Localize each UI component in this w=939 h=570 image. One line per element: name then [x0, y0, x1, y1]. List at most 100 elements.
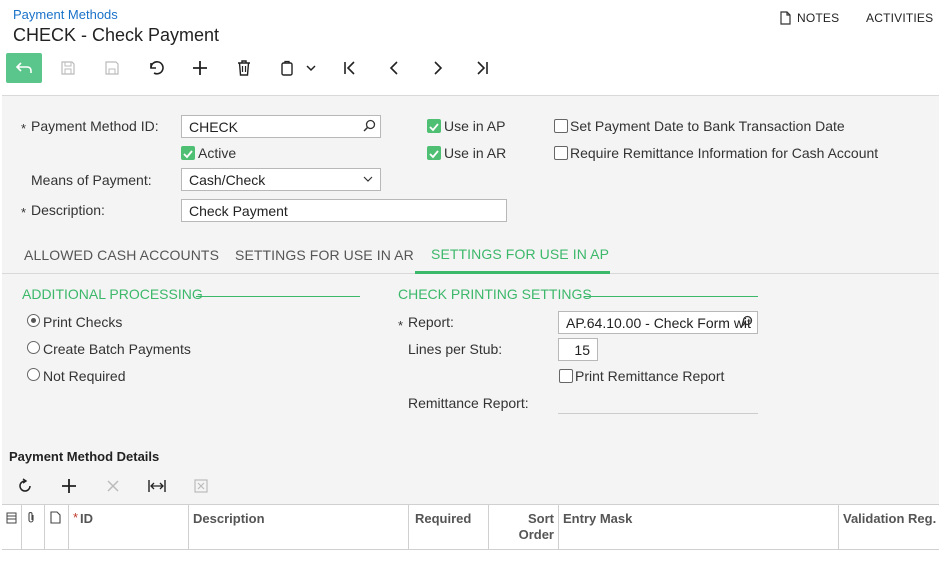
save-icon — [105, 61, 119, 75]
payment-method-id-field[interactable]: CHECK — [181, 115, 381, 138]
search-icon[interactable] — [740, 315, 753, 328]
first-icon — [344, 61, 355, 75]
column-header-description[interactable]: Description — [193, 511, 265, 526]
column-header-entry-mask[interactable]: Entry Mask — [563, 511, 632, 526]
plus-icon — [193, 61, 207, 75]
lines-per-stub-label: Lines per Stub: — [408, 341, 503, 357]
create-batch-payments-label: Create Batch Payments — [43, 341, 191, 357]
column-header-required[interactable]: Required — [415, 511, 471, 526]
means-of-payment-select[interactable]: Cash/Check — [181, 168, 381, 191]
use-in-ar-checkbox[interactable] — [427, 146, 441, 160]
column-header-validation-reg-exp[interactable]: Validation Reg. E — [843, 511, 939, 526]
copy-paste-button[interactable] — [273, 54, 323, 82]
require-remittance-checkbox[interactable] — [554, 146, 568, 160]
print-remittance-report-checkbox[interactable] — [559, 369, 573, 383]
notes-button[interactable]: NOTES — [797, 11, 839, 25]
payment-method-id-label: Payment Method ID: — [31, 118, 159, 134]
search-icon[interactable] — [363, 119, 376, 132]
require-remittance-label: Require Remittance Information for Cash … — [570, 145, 879, 161]
means-of-payment-label: Means of Payment: — [31, 172, 152, 188]
undo-arrow-icon — [15, 62, 32, 73]
column-header-id[interactable]: ID — [80, 511, 93, 526]
column-header-sort-order-line2: Order — [518, 527, 554, 542]
tab-settings-for-use-in-ap[interactable]: SETTINGS FOR USE IN AP — [431, 246, 609, 262]
column-divider — [21, 504, 22, 550]
column-divider — [488, 504, 489, 550]
add-row-button[interactable] — [54, 472, 84, 500]
chevron-right-icon — [434, 61, 443, 75]
active-checkbox[interactable] — [181, 146, 195, 160]
chevron-down-icon — [363, 176, 373, 182]
print-checks-label: Print Checks — [43, 314, 123, 330]
first-record-button[interactable] — [335, 54, 365, 82]
section-divider — [196, 296, 360, 297]
refresh-icon — [19, 478, 31, 492]
tab-settings-for-use-in-ar[interactable]: SETTINGS FOR USE IN AR — [235, 247, 414, 263]
last-icon — [477, 61, 488, 75]
attachment-icon[interactable] — [26, 511, 36, 524]
use-in-ap-label: Use in AP — [444, 118, 506, 134]
column-header-sort-order[interactable]: Sort Order — [490, 511, 554, 542]
page-title: CHECK - Check Payment — [13, 25, 220, 45]
save-close-icon — [61, 61, 75, 75]
payment-method-details-title: Payment Method Details — [9, 449, 160, 464]
checkmark-icon — [429, 150, 439, 159]
report-field[interactable]: AP.64.10.00 - Check Form wit — [558, 311, 758, 334]
print-remittance-report-label: Print Remittance Report — [575, 368, 725, 384]
next-record-button[interactable] — [423, 54, 453, 82]
save-close-button[interactable] — [53, 54, 83, 82]
set-payment-date-checkbox[interactable] — [554, 119, 568, 133]
undo-icon — [150, 61, 164, 75]
back-button[interactable] — [6, 53, 42, 83]
print-checks-radio[interactable] — [27, 314, 40, 327]
previous-record-button[interactable] — [379, 54, 409, 82]
breadcrumb-payment-methods[interactable]: Payment Methods — [13, 7, 118, 22]
activities-button[interactable]: ACTIVITIES — [866, 11, 933, 25]
create-batch-payments-radio[interactable] — [27, 341, 40, 354]
excel-icon — [194, 479, 208, 493]
tab-allowed-cash-accounts[interactable]: ALLOWED CASH ACCOUNTS — [24, 247, 219, 263]
add-button[interactable] — [185, 54, 215, 82]
delete-row-button[interactable] — [98, 472, 128, 500]
required-marker: * — [73, 510, 79, 525]
not-required-radio[interactable] — [27, 368, 40, 381]
active-label: Active — [198, 145, 237, 161]
column-divider — [44, 504, 45, 550]
notes-icon[interactable] — [780, 11, 791, 25]
description-label: Description: — [31, 202, 105, 218]
chevron-left-icon — [389, 61, 398, 75]
save-button[interactable] — [97, 54, 127, 82]
checkmark-icon — [429, 123, 439, 132]
check-printing-settings-title: CHECK PRINTING SETTINGS — [398, 286, 592, 302]
trash-icon — [238, 60, 250, 76]
checkmark-icon — [183, 150, 193, 159]
fit-columns-button[interactable] — [142, 472, 172, 500]
lines-per-stub-field[interactable]: 15 — [558, 338, 598, 361]
column-divider — [558, 504, 559, 550]
delete-button[interactable] — [229, 54, 259, 82]
remittance-report-field[interactable] — [558, 413, 758, 414]
column-divider — [838, 504, 839, 550]
use-in-ap-checkbox[interactable] — [427, 119, 441, 133]
report-label: Report: — [408, 314, 454, 330]
payment-method-id-value: CHECK — [189, 119, 239, 135]
set-payment-date-label: Set Payment Date to Bank Transaction Dat… — [570, 118, 845, 134]
note-icon[interactable] — [50, 511, 61, 524]
plus-icon — [62, 479, 76, 493]
description-field[interactable]: Check Payment — [181, 199, 507, 222]
report-value: AP.64.10.00 - Check Form wit — [566, 315, 751, 331]
remittance-report-label: Remittance Report: — [408, 395, 529, 411]
row-selector-icon[interactable] — [6, 512, 17, 524]
last-record-button[interactable] — [467, 54, 497, 82]
description-value: Check Payment — [189, 203, 288, 219]
column-divider — [68, 504, 69, 550]
export-excel-button[interactable] — [186, 472, 216, 500]
means-of-payment-value: Cash/Check — [189, 172, 266, 188]
refresh-button[interactable] — [10, 472, 40, 500]
additional-processing-title: ADDITIONAL PROCESSING — [22, 286, 203, 302]
lines-per-stub-value: 15 — [574, 342, 590, 358]
active-tab-indicator — [415, 271, 610, 274]
fit-width-icon — [148, 480, 166, 492]
grid-body — [2, 550, 939, 570]
cancel-button[interactable] — [141, 54, 171, 82]
